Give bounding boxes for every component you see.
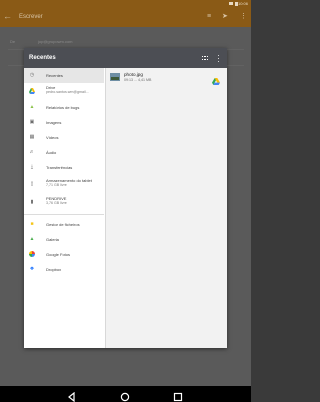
drawer-divider bbox=[24, 214, 104, 215]
file-picker-dialog: Recentes ◷ Recentes Drive pedro.santos.w… bbox=[24, 48, 227, 348]
file-meta: 09:13 ... 4,41 MB bbox=[124, 78, 152, 82]
compose-title: Escrever bbox=[19, 14, 43, 20]
drawer-item-drive[interactable]: Drive pedro.santos.wm@gmail... bbox=[24, 83, 104, 100]
file-thumbnail bbox=[110, 73, 120, 81]
system-nav-bar bbox=[0, 386, 251, 402]
file-list-pane: photo.jpg 09:13 ... 4,41 MB bbox=[105, 68, 227, 348]
dialog-title: Recentes bbox=[29, 55, 56, 61]
from-label: De bbox=[10, 39, 16, 44]
clock-icon: ◷ bbox=[29, 72, 35, 78]
dropbox-icon: ❖ bbox=[29, 266, 35, 272]
audio-icon: ♬ bbox=[29, 149, 35, 155]
nav-home-icon[interactable] bbox=[120, 389, 130, 402]
compose-toolbar: ← Escrever ≡ ➤ ⋮ bbox=[0, 7, 251, 27]
gallery-icon: ▲ bbox=[29, 236, 35, 242]
drawer-item-google-photos[interactable]: Google Fotos bbox=[24, 247, 104, 262]
drawer-item-label: Galeria bbox=[46, 237, 59, 242]
back-arrow-icon[interactable]: ← bbox=[3, 11, 12, 22]
drawer-item-label: Recentes bbox=[46, 73, 63, 78]
more-options-icon[interactable] bbox=[218, 55, 220, 62]
google-photos-icon bbox=[29, 251, 35, 257]
send-icon[interactable]: ➤ bbox=[222, 12, 228, 22]
video-icon: ▦ bbox=[29, 134, 35, 140]
drawer-item-label: Transferências bbox=[46, 165, 73, 170]
drawer-item-label: Áudio bbox=[46, 150, 57, 155]
drawer-item-label: Gestor de ficheiros bbox=[46, 222, 80, 227]
roots-drawer: ◷ Recentes Drive pedro.santos.wm@gmail..… bbox=[24, 68, 104, 348]
from-value: jop@grupowm.com bbox=[38, 39, 73, 44]
status-time: 10:06 bbox=[237, 1, 248, 6]
drawer-item-images[interactable]: ▣ Imagens bbox=[24, 115, 104, 130]
drawer-item-recentes[interactable]: ◷ Recentes bbox=[24, 68, 104, 83]
grid-view-icon[interactable] bbox=[202, 56, 208, 61]
attach-icon[interactable]: ≡ bbox=[207, 12, 211, 22]
file-name: photo.jpg bbox=[124, 72, 143, 77]
drawer-item-label: Imagens bbox=[46, 120, 62, 125]
drawer-item-audio[interactable]: ♬ Áudio bbox=[24, 145, 104, 160]
file-item[interactable]: photo.jpg 09:13 ... 4,41 MB bbox=[106, 68, 227, 86]
drawer-item-videos[interactable]: ▦ Vídeos bbox=[24, 130, 104, 145]
drawer-item-tablet-storage[interactable]: ▯ Armazenamento do tablet 7,71 GB livre bbox=[24, 175, 104, 193]
drawer-item-sublabel: pedro.santos.wm@gmail... bbox=[46, 90, 89, 94]
drawer-item-label: Google Fotos bbox=[46, 252, 71, 257]
tablet-icon: ▯ bbox=[30, 181, 34, 187]
drawer-item-sublabel: 7,71 GB livre bbox=[46, 183, 67, 187]
google-drive-icon bbox=[29, 88, 35, 94]
drawer-item-sublabel: 3,76 GB livre bbox=[46, 201, 67, 205]
signal-icon bbox=[229, 2, 233, 5]
nav-recents-icon[interactable] bbox=[173, 389, 183, 402]
drawer-item-bug-reports[interactable]: ▲ Relatórios de bugs bbox=[24, 100, 104, 115]
download-icon: ⤓ bbox=[30, 164, 34, 170]
usb-icon: ▮ bbox=[30, 199, 34, 205]
drawer-item-file-manager[interactable]: ■ Gestor de ficheiros bbox=[24, 217, 104, 232]
google-drive-icon bbox=[212, 72, 220, 85]
drawer-item-gallery[interactable]: ▲ Galeria bbox=[24, 232, 104, 247]
folder-icon: ■ bbox=[30, 221, 34, 227]
drawer-item-dropbox[interactable]: ❖ Dropbox bbox=[24, 262, 104, 277]
android-icon: ▲ bbox=[29, 104, 35, 110]
nav-back-icon[interactable] bbox=[67, 389, 77, 402]
status-bar: 10:06 bbox=[0, 0, 251, 7]
image-icon: ▣ bbox=[29, 119, 35, 125]
drawer-item-downloads[interactable]: ⤓ Transferências bbox=[24, 160, 104, 175]
drawer-item-pendrive[interactable]: ▮ PENDRIVE 3,76 GB livre bbox=[24, 193, 104, 211]
dialog-toolbar: Recentes bbox=[24, 48, 227, 68]
drawer-item-label: Relatórios de bugs bbox=[46, 105, 80, 110]
overflow-menu-icon[interactable]: ⋮ bbox=[240, 12, 247, 22]
drawer-item-label: Dropbox bbox=[46, 267, 62, 272]
drawer-item-label: Vídeos bbox=[46, 135, 59, 140]
